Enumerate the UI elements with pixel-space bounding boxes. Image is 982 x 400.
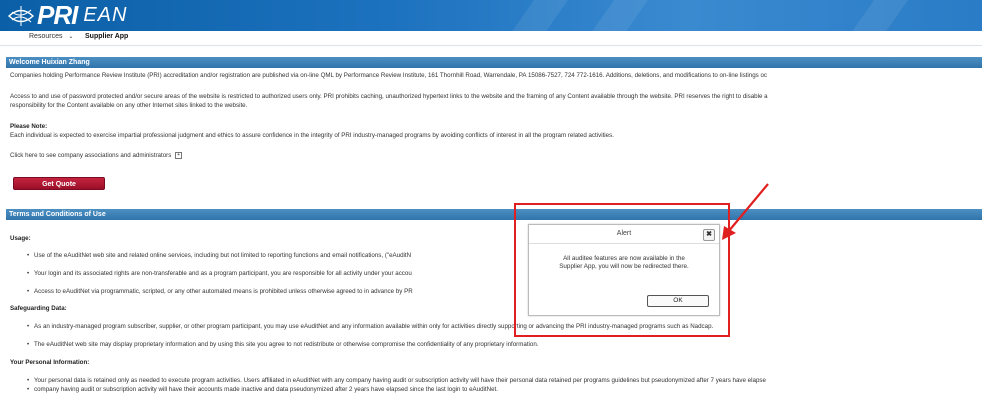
header-banner: PRI EAN <box>0 0 982 31</box>
alert-message-line1: All auditee features are now available i… <box>563 255 685 262</box>
banner-decoration <box>838 0 916 31</box>
note-heading: Please Note: <box>10 123 48 130</box>
list-item: Your login and its associated rights are… <box>27 270 412 278</box>
access-notice-line2: responsibility for the Content available… <box>10 102 248 109</box>
alert-message: All auditee features are now available i… <box>529 255 719 271</box>
note-text: Each individual is expected to exercise … <box>10 132 614 139</box>
banner-decoration <box>498 0 576 31</box>
terms-heading: Terms and Conditions of Use <box>6 209 982 220</box>
alert-dialog: Alert ✖ All auditee features are now ava… <box>528 224 720 316</box>
usage-heading: Usage: <box>10 235 31 242</box>
access-notice-line1: Access to and use of password protected … <box>10 93 768 100</box>
personal-info-heading: Your Personal Information: <box>10 359 90 366</box>
nav-supplier-app[interactable]: Supplier App <box>85 33 128 40</box>
chevron-down-icon: ⌄ <box>68 34 74 40</box>
alert-title: Alert <box>616 230 632 237</box>
qml-notice: Companies holding Performance Review Ins… <box>10 72 768 79</box>
alert-message-line2: Supplier App, you will now be redirected… <box>559 263 689 270</box>
close-icon[interactable]: ✖ <box>703 229 715 241</box>
top-navigation: Resources ⌄ Supplier App <box>0 31 982 46</box>
list-item: Your personal data is retained only as n… <box>27 377 766 385</box>
expand-plus-icon[interactable]: + <box>175 152 183 159</box>
list-item-continuation: company having audit or subscription act… <box>27 386 498 394</box>
nav-resources-label: Resources <box>29 33 63 40</box>
alert-header: Alert ✖ <box>529 225 719 244</box>
welcome-heading: Welcome Huixian Zhang <box>6 57 982 68</box>
list-item: The eAuditNet web site may display propr… <box>27 341 539 349</box>
associations-link[interactable]: Click here to see company associations a… <box>10 152 183 160</box>
list-item: Use of the eAuditNet web site and relate… <box>27 252 411 260</box>
get-quote-button[interactable]: Get Quote <box>13 177 105 190</box>
logo-globe-icon <box>7 5 35 26</box>
pri-logo[interactable]: PRI EAN <box>6 0 128 30</box>
nav-resources[interactable]: Resources ⌄ <box>29 33 73 40</box>
associations-link-label: Click here to see company associations a… <box>10 152 172 160</box>
safeguarding-heading: Safeguarding Data: <box>10 305 67 312</box>
ok-button[interactable]: OK <box>647 295 709 307</box>
banner-decoration <box>578 0 656 31</box>
app-name: EAN <box>83 4 128 26</box>
list-item: Access to eAuditNet via programmatic, sc… <box>27 288 413 296</box>
logo-text: PRI <box>37 0 78 30</box>
